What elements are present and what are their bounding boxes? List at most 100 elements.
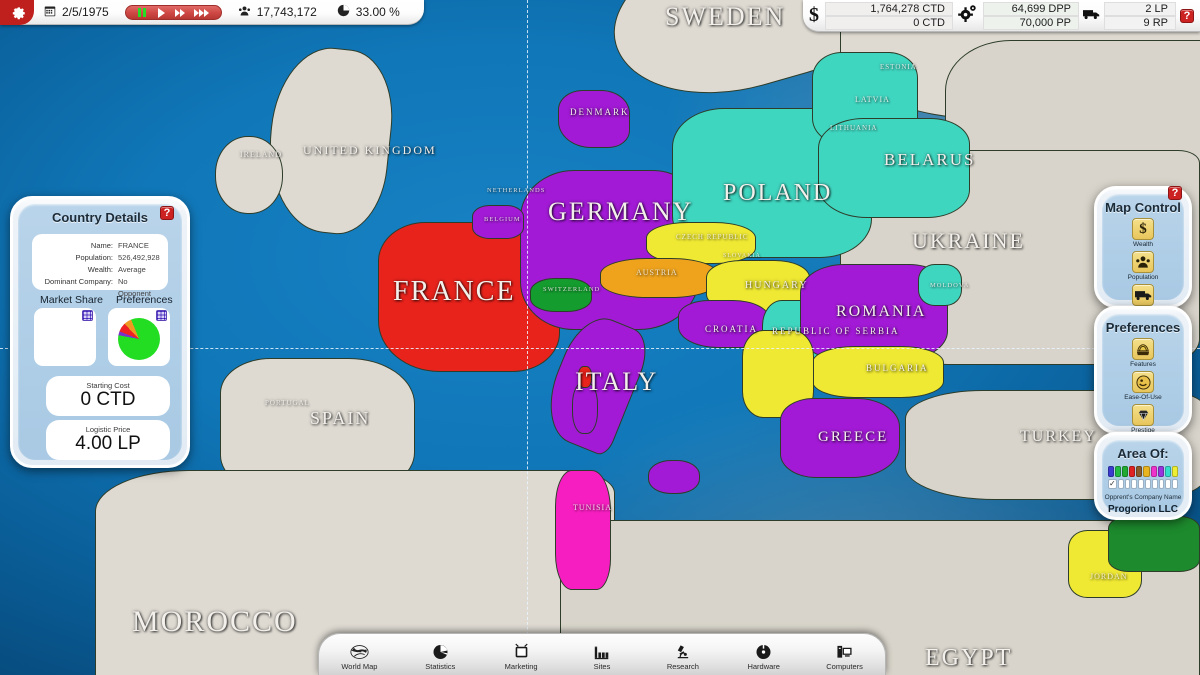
lp-value: 2 LP bbox=[1104, 1, 1176, 16]
pie-chart-icon bbox=[337, 4, 350, 20]
territory-belarus[interactable] bbox=[818, 118, 970, 218]
population-icon[interactable] bbox=[1132, 251, 1154, 273]
area-checkbox[interactable]: ✓ bbox=[1108, 479, 1117, 489]
territory-bulgaria[interactable] bbox=[812, 346, 944, 398]
map-control-item-wealth[interactable]: $ Wealth bbox=[1124, 218, 1162, 248]
gear-icon[interactable] bbox=[0, 0, 34, 25]
territory-sardinia[interactable] bbox=[572, 382, 598, 434]
country-field-row: Wealth: Average bbox=[32, 264, 160, 276]
help-button[interactable]: ? bbox=[1180, 8, 1194, 23]
area-checkbox[interactable] bbox=[1124, 479, 1131, 489]
dollar-icon[interactable]: $ bbox=[1132, 218, 1154, 240]
features-icon[interactable] bbox=[1132, 338, 1154, 360]
area-color-swatch[interactable] bbox=[1122, 466, 1129, 477]
preferences-chart[interactable] bbox=[108, 308, 170, 366]
country-details-help-button[interactable]: ? bbox=[160, 206, 174, 220]
area-color-swatch[interactable] bbox=[1143, 466, 1150, 477]
market-share-grid-icon[interactable] bbox=[82, 310, 93, 321]
preference-item-features[interactable]: Features bbox=[1124, 338, 1162, 368]
nav-item-world-map[interactable]: World Map bbox=[319, 634, 400, 675]
preferences-panel-title: Preferences bbox=[1105, 320, 1181, 335]
area-checkbox[interactable] bbox=[1165, 479, 1172, 489]
map-crosshair-vertical bbox=[527, 0, 528, 675]
fast-forward-icon[interactable] bbox=[174, 7, 187, 18]
territory-syria[interactable] bbox=[1108, 516, 1200, 572]
preference-item-ease-of-use[interactable]: Ease-Of-Use bbox=[1124, 371, 1162, 401]
preferences-grid-icon[interactable] bbox=[156, 310, 167, 321]
territory-austria[interactable] bbox=[600, 258, 718, 298]
truck-icon[interactable] bbox=[1132, 284, 1154, 306]
country-details-title: Country Details bbox=[51, 210, 149, 225]
nav-item-computers[interactable]: Computers bbox=[804, 634, 885, 675]
area-checkboxes: ✓ bbox=[1108, 479, 1179, 489]
nav-item-sites[interactable]: Sites bbox=[562, 634, 643, 675]
pp-value: 70,000 PP bbox=[983, 15, 1079, 30]
map-control-item-label: Wealth bbox=[1132, 241, 1154, 248]
area-color-swatches bbox=[1108, 466, 1178, 477]
nav-item-hardware[interactable]: Hardware bbox=[723, 634, 804, 675]
landmass-ireland bbox=[215, 136, 283, 214]
preference-item-label: Ease-Of-Use bbox=[1124, 394, 1162, 401]
pause-icon[interactable] bbox=[136, 7, 149, 18]
territory-corsica[interactable] bbox=[578, 366, 592, 388]
game-screen: IRELAND UNITED KINGDOM SWEDEN DENMARK NETHER… bbox=[0, 0, 1200, 675]
prestige-diamond-icon[interactable] bbox=[1132, 404, 1154, 426]
area-color-swatch[interactable] bbox=[1164, 466, 1171, 477]
territory-moldova[interactable] bbox=[918, 264, 962, 306]
area-checkbox[interactable] bbox=[1131, 479, 1138, 489]
nav-item-marketing[interactable]: Marketing bbox=[481, 634, 562, 675]
nav-item-research[interactable]: Research bbox=[642, 634, 723, 675]
map-control-help-button[interactable]: ? bbox=[1168, 186, 1182, 200]
nav-item-label: Computers bbox=[826, 662, 863, 671]
starting-cost-value: 0 CTD bbox=[80, 389, 136, 410]
map-control-inner: ? Map Control $WealthPopulationArea OfDo… bbox=[1102, 186, 1184, 347]
territory-denmark[interactable] bbox=[558, 90, 630, 148]
area-checkbox[interactable] bbox=[1172, 479, 1179, 489]
territory-belgium[interactable] bbox=[472, 205, 524, 239]
market-share-chart[interactable] bbox=[34, 308, 96, 366]
territory-greece[interactable] bbox=[780, 398, 900, 478]
map-control-panel: ? Map Control $WealthPopulationArea OfDo… bbox=[1094, 186, 1192, 347]
country-field-value: 526,492,928 bbox=[118, 253, 160, 262]
territory-sicily[interactable] bbox=[648, 460, 700, 494]
area-checkbox[interactable] bbox=[1151, 479, 1158, 489]
territory-switzerland[interactable] bbox=[530, 278, 592, 312]
computer-icon bbox=[836, 641, 853, 660]
area-checkbox[interactable] bbox=[1117, 479, 1124, 489]
territory-tunisia[interactable] bbox=[555, 470, 611, 590]
preference-item-prestige[interactable]: Prestige bbox=[1124, 404, 1162, 434]
area-of-panel: Area Of: ✓ Opprent's Company Name Progor… bbox=[1094, 432, 1192, 520]
country-field-key: Wealth: bbox=[87, 265, 113, 274]
fastest-forward-icon[interactable] bbox=[193, 7, 211, 18]
market-share-label: Market Share bbox=[40, 294, 104, 306]
landmass-great-britain bbox=[260, 42, 400, 239]
logistic-price-value: 4.00 LP bbox=[75, 433, 141, 454]
area-color-swatch[interactable] bbox=[1171, 466, 1178, 477]
area-of-inner: Area Of: ✓ Opprent's Company Name Progor… bbox=[1102, 440, 1184, 515]
country-field-row: Population: 526,492,928 bbox=[32, 252, 160, 264]
area-color-swatch[interactable] bbox=[1157, 466, 1164, 477]
area-checkbox[interactable] bbox=[1138, 479, 1144, 489]
area-checkbox[interactable] bbox=[1144, 479, 1151, 489]
country-details-inner: ? Country Details Name: FRANCE Population:… bbox=[18, 204, 182, 460]
area-checkbox[interactable] bbox=[1158, 479, 1165, 489]
ease-of-use-icon[interactable] bbox=[1132, 371, 1154, 393]
nav-item-statistics[interactable]: Statistics bbox=[400, 634, 481, 675]
game-date: 2/5/1975 bbox=[62, 5, 109, 19]
top-bar-right: $ 1,764,278 CTD 0 CTD 64,699 DPP 70,000 … bbox=[803, 0, 1200, 32]
country-details-panel: ? Country Details Name: FRANCE Population:… bbox=[10, 196, 190, 468]
nav-item-label: World Map bbox=[341, 662, 378, 671]
area-color-swatch[interactable] bbox=[1115, 466, 1122, 477]
area-color-swatch[interactable] bbox=[1136, 466, 1143, 477]
truck-icon bbox=[1079, 7, 1104, 25]
area-color-swatch[interactable] bbox=[1150, 466, 1157, 477]
country-field-key: Name: bbox=[90, 241, 113, 250]
map-control-item-population[interactable]: Population bbox=[1124, 251, 1162, 281]
cash-value: 1,764,278 CTD bbox=[825, 1, 953, 16]
dollar-icon: $ bbox=[809, 4, 819, 26]
area-color-swatch[interactable] bbox=[1129, 466, 1136, 477]
bottom-navigation-bar: World Map Statistics Marketing Sites Researc… bbox=[318, 633, 886, 675]
play-icon[interactable] bbox=[155, 7, 168, 18]
speed-control[interactable] bbox=[124, 5, 222, 20]
area-color-swatch[interactable] bbox=[1108, 466, 1115, 477]
